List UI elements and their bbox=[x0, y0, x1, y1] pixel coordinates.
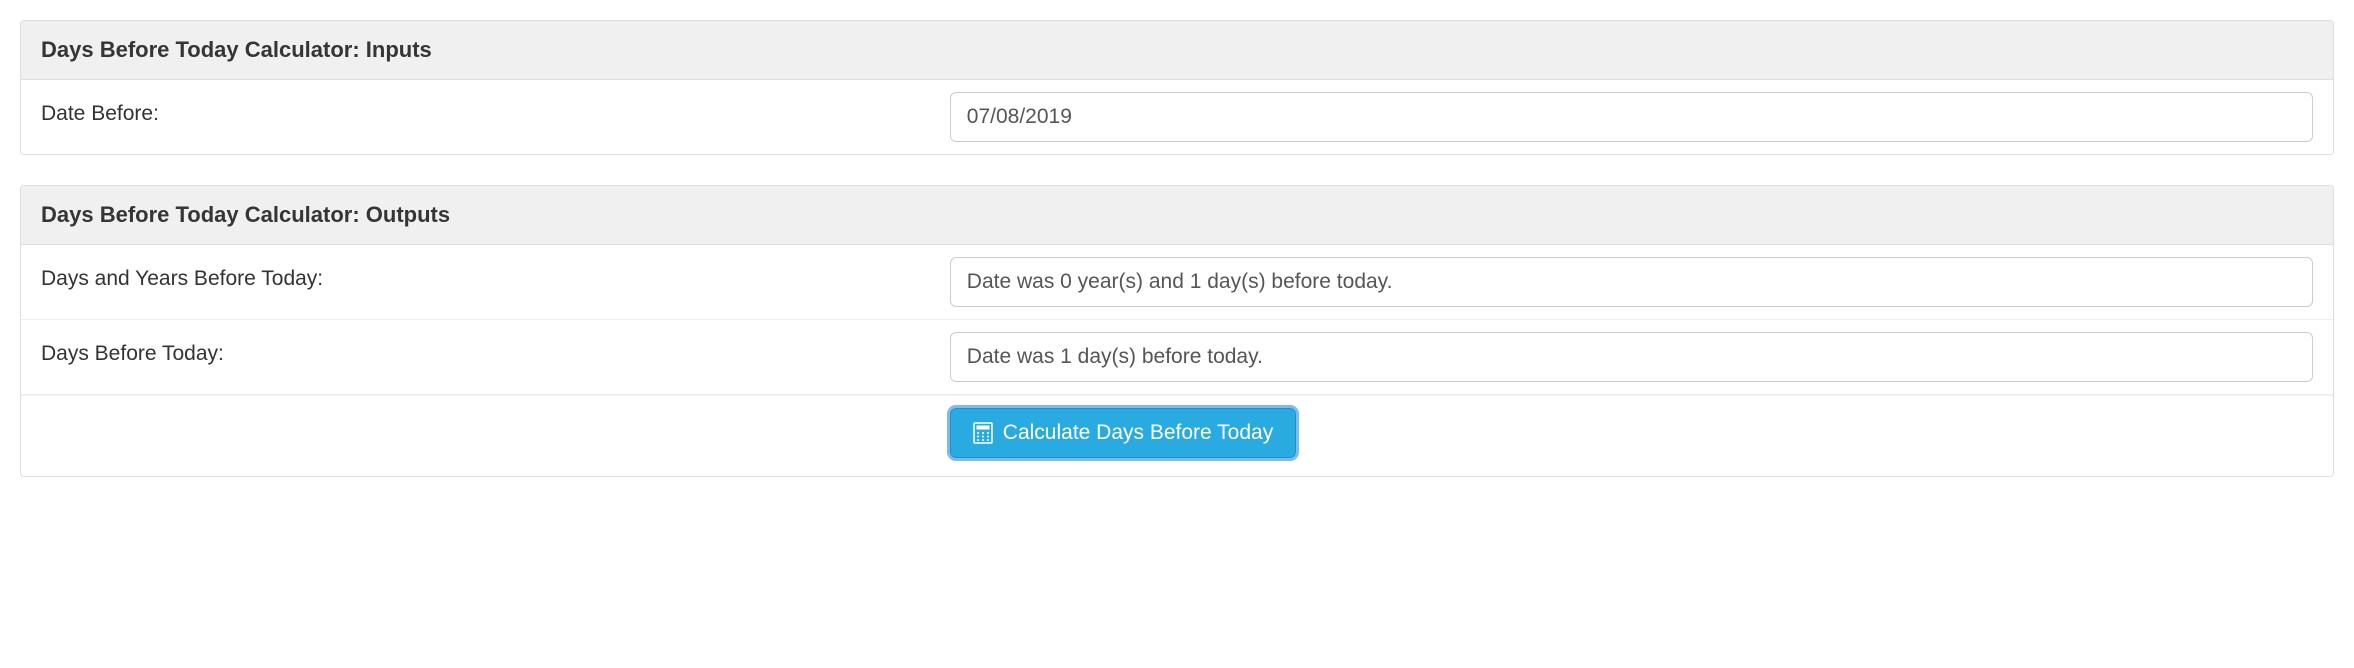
outputs-panel-header: Days Before Today Calculator: Outputs bbox=[21, 186, 2333, 245]
date-before-row: Date Before: bbox=[21, 80, 2333, 154]
date-before-label: Date Before: bbox=[41, 92, 950, 126]
outputs-panel-body: Days and Years Before Today: Days Before… bbox=[21, 245, 2333, 476]
days-years-label: Days and Years Before Today: bbox=[41, 257, 950, 291]
days-label: Days Before Today: bbox=[41, 332, 950, 366]
days-wrap bbox=[950, 332, 2313, 382]
calculator-icon bbox=[973, 422, 993, 444]
days-row: Days Before Today: bbox=[21, 320, 2333, 395]
days-output[interactable] bbox=[950, 332, 2313, 382]
date-before-wrap bbox=[950, 92, 2313, 142]
days-years-output[interactable] bbox=[950, 257, 2313, 307]
calculate-button[interactable]: Calculate Days Before Today bbox=[950, 408, 1296, 458]
days-years-row: Days and Years Before Today: bbox=[21, 245, 2333, 320]
inputs-panel-body: Date Before: bbox=[21, 80, 2333, 154]
date-before-input[interactable] bbox=[950, 92, 2313, 142]
calculate-button-label: Calculate Days Before Today bbox=[1003, 421, 1273, 445]
inputs-panel: Days Before Today Calculator: Inputs Dat… bbox=[20, 20, 2334, 155]
outputs-panel: Days Before Today Calculator: Outputs Da… bbox=[20, 185, 2334, 477]
button-row: Calculate Days Before Today bbox=[21, 395, 2333, 476]
inputs-panel-header: Days Before Today Calculator: Inputs bbox=[21, 21, 2333, 80]
days-years-wrap bbox=[950, 257, 2313, 307]
